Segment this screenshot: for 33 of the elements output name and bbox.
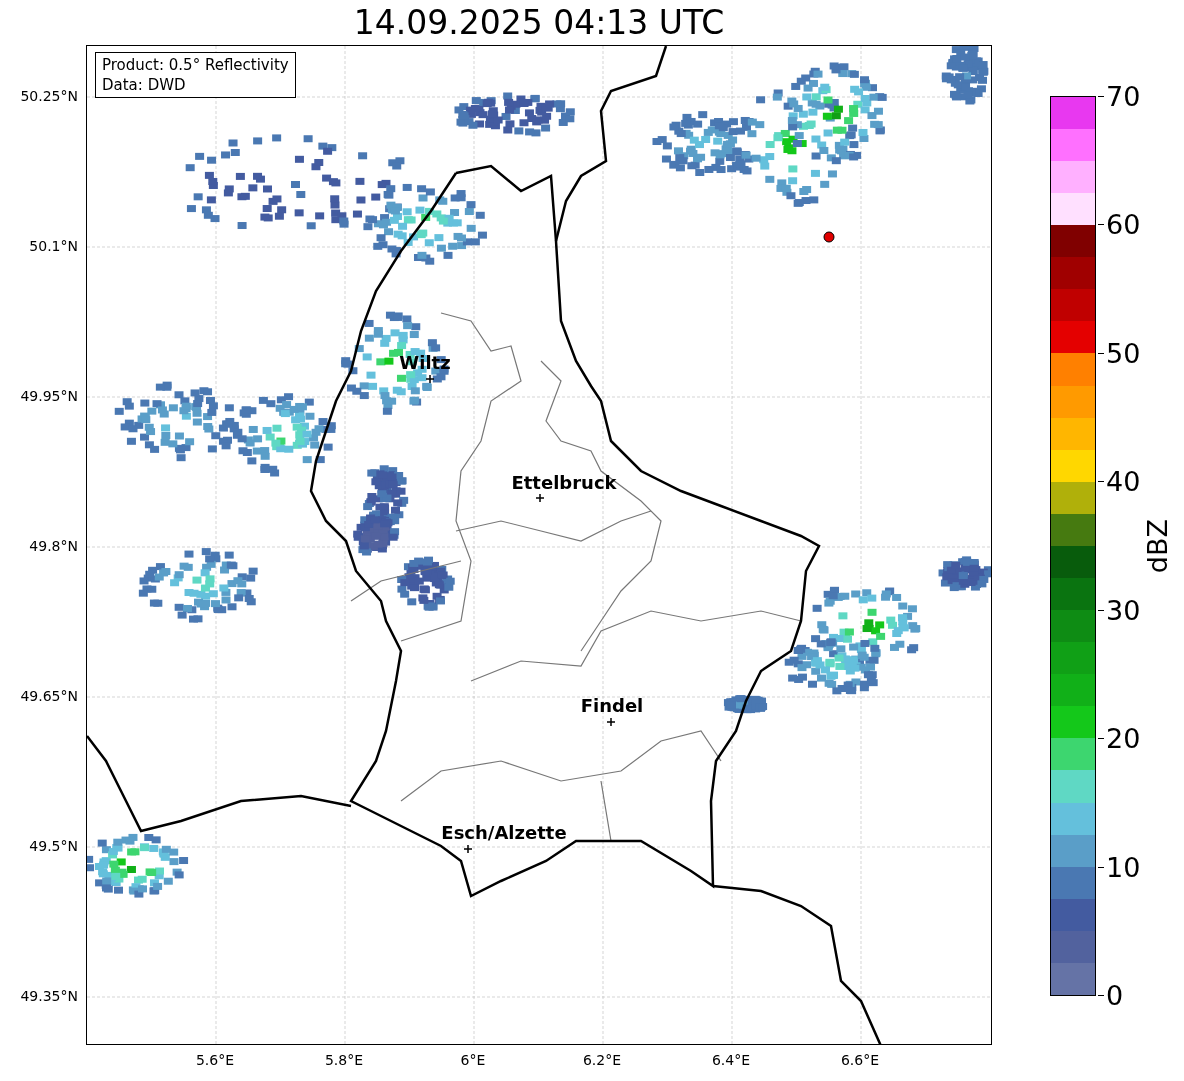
scale-tick-label: 30 — [1106, 596, 1141, 624]
longitude-label: 6.6°E — [840, 1053, 880, 1067]
city-marker-icon — [463, 844, 473, 854]
scale-tick-label: 50 — [1106, 339, 1141, 367]
latitude-label: 50.1°N — [29, 239, 78, 253]
latitude-label: 49.95°N — [20, 389, 78, 403]
longitude-label: 6°E — [460, 1053, 486, 1067]
chart-title: 14.09.2025 04:13 UTC — [353, 6, 725, 39]
longitude-label: 6.4°E — [711, 1053, 751, 1067]
longitude-label: 5.8°E — [324, 1053, 364, 1067]
scale-tick-label: 40 — [1106, 468, 1141, 496]
scale-tick-label: 60 — [1106, 211, 1141, 239]
city-marker-icon — [606, 717, 616, 727]
longitude-label: 6.2°E — [582, 1053, 622, 1067]
scale-tick-label: 0 — [1106, 982, 1124, 1010]
latitude-label: 49.8°N — [29, 539, 78, 553]
scale-unit-label: dBZ — [1144, 518, 1172, 574]
longitude-label: 5.6°E — [195, 1053, 235, 1067]
latitude-label: 49.5°N — [29, 839, 78, 853]
info-text: Product: 0.5° Reflectivity — [102, 55, 289, 75]
location-marker-icon — [823, 231, 835, 243]
city-marker-icon — [425, 374, 435, 384]
city-label: Findel — [580, 697, 644, 715]
scale-tick-label: 10 — [1106, 853, 1141, 881]
city-label: Esch/Alzette — [441, 824, 567, 842]
latitude-label: 49.35°N — [20, 989, 78, 1003]
scale-tick-label: 20 — [1106, 725, 1141, 753]
latitude-label: 49.65°N — [20, 689, 78, 703]
info-text: Data: DWD — [102, 75, 187, 95]
city-label: Ettelbruck — [511, 474, 617, 492]
latitude-label: 50.25°N — [20, 89, 78, 103]
scale-tick-label: 70 — [1106, 82, 1141, 110]
city-marker-icon — [535, 493, 545, 503]
